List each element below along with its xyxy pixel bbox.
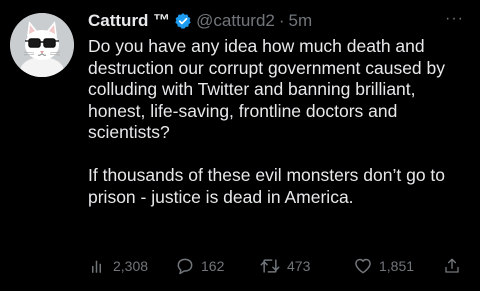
reply-button[interactable]: 162	[175, 256, 224, 276]
heart-icon	[355, 258, 371, 274]
avatar[interactable]	[10, 13, 74, 77]
more-options-button[interactable]: ···	[445, 10, 464, 28]
tweet-header: Catturd ™ @catturd2 · 5m	[88, 9, 312, 33]
tweet-timestamp[interactable]: 5m	[289, 11, 313, 31]
tweet-paragraph-1: Do you have any idea how much death and …	[88, 36, 445, 142]
retweet-count: 473	[287, 258, 311, 274]
speech-bubble-icon	[177, 258, 193, 275]
reply-count: 162	[201, 258, 225, 274]
header-separator: ·	[278, 11, 285, 30]
views-button[interactable]: 2,308	[89, 256, 148, 276]
tweet-paragraph-2: If thousands of these evil monsters don’…	[88, 165, 446, 207]
bar-chart-icon	[92, 260, 101, 273]
share-button[interactable]	[443, 256, 467, 276]
cat-avatar-image	[10, 13, 74, 77]
like-button[interactable]: 1,851	[353, 256, 414, 276]
retweet-arrows-icon	[260, 259, 280, 273]
verified-badge-icon	[174, 12, 192, 30]
author-handle[interactable]: @catturd2	[196, 11, 275, 31]
action-bar: 2,308 162 473 1,851	[89, 256, 461, 276]
tweet-text: Do you have any idea how much death and …	[88, 36, 472, 208]
tweet-card[interactable]: Catturd ™ @catturd2 · 5m ··· Do you have…	[0, 0, 480, 291]
retweet-button[interactable]: 473	[259, 256, 310, 276]
author-name[interactable]: Catturd ™	[88, 11, 170, 31]
share-upload-icon	[445, 258, 459, 273]
views-count: 2,308	[113, 258, 149, 274]
like-count: 1,851	[379, 258, 415, 274]
